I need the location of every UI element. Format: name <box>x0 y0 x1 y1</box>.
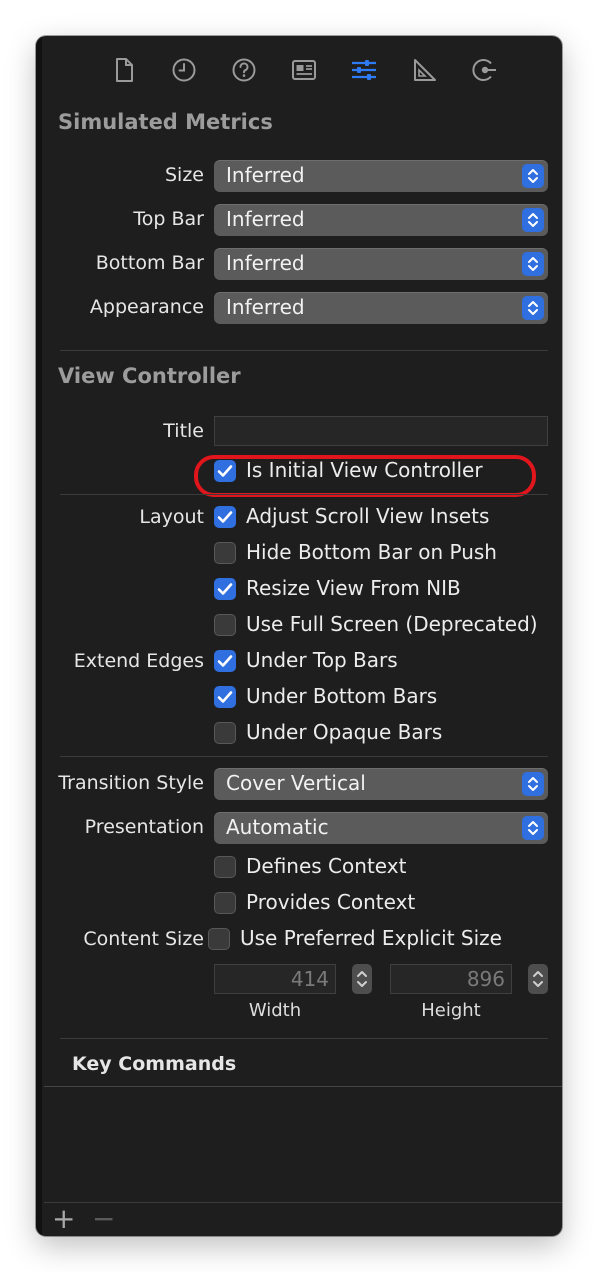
attributes-inspector-window: Simulated Metrics Size Inferred Top Bar … <box>36 36 562 1236</box>
chevron-updown-icon <box>522 208 544 232</box>
bottom-bar-divider <box>44 1202 562 1203</box>
transition-style-label: Transition Style <box>58 772 204 794</box>
chevron-updown-icon <box>522 772 544 796</box>
size-ruler-icon[interactable] <box>410 56 438 84</box>
key-commands-title: Key Commands <box>72 1053 237 1075</box>
checkbox-label: Use Full Screen (Deprecated) <box>246 612 538 636</box>
checkbox-unchecked-icon[interactable] <box>214 542 236 564</box>
checkbox-label: Adjust Scroll View Insets <box>246 504 490 528</box>
height-field[interactable]: 896 <box>390 964 512 994</box>
checkbox-label: Provides Context <box>246 890 416 914</box>
chevron-updown-icon <box>522 816 544 840</box>
appearance-label: Appearance <box>89 296 204 318</box>
section-divider <box>60 494 548 495</box>
height-label: Height <box>421 1000 481 1021</box>
section-divider <box>60 756 548 757</box>
checkbox-checked-icon[interactable] <box>214 686 236 708</box>
checkbox-checked-icon[interactable] <box>214 506 236 528</box>
remove-button[interactable]: − <box>92 1204 115 1234</box>
top-bar-value: Inferred <box>226 207 305 231</box>
appearance-value: Inferred <box>226 295 305 319</box>
presentation-label: Presentation <box>84 816 204 838</box>
red-highlight-annotation <box>194 455 536 497</box>
checkbox-checked-icon[interactable] <box>214 650 236 672</box>
bottom-bar-value: Inferred <box>226 251 305 275</box>
bottom-bar-label: Bottom Bar <box>95 252 204 274</box>
file-icon[interactable] <box>110 56 138 84</box>
add-button[interactable]: + <box>52 1204 75 1234</box>
presentation-value: Automatic <box>226 815 329 839</box>
checkbox-unchecked-icon[interactable] <box>214 614 236 636</box>
checkbox-label: Under Opaque Bars <box>246 720 443 744</box>
transition-style-select[interactable]: Cover Vertical <box>214 768 548 800</box>
key-commands-header: Key Commands <box>44 1038 562 1087</box>
checkbox-label: Hide Bottom Bar on Push <box>246 540 497 564</box>
section-divider <box>60 350 548 351</box>
help-icon[interactable] <box>230 56 258 84</box>
checkbox-unchecked-icon[interactable] <box>208 928 230 950</box>
top-bar-select[interactable]: Inferred <box>214 204 548 236</box>
extend-edges-label: Extend Edges <box>73 650 204 672</box>
title-label: Title <box>163 420 204 442</box>
size-value: Inferred <box>226 163 305 187</box>
height-stepper[interactable] <box>528 964 548 994</box>
size-label: Size <box>164 164 204 186</box>
layout-label: Layout <box>139 506 204 528</box>
checkbox-label: Under Top Bars <box>246 648 398 672</box>
checkbox-unchecked-icon[interactable] <box>214 722 236 744</box>
checkbox-label: Defines Context <box>246 854 407 878</box>
chevron-updown-icon <box>522 252 544 276</box>
simulated-metrics-heading: Simulated Metrics <box>58 110 273 134</box>
chevron-updown-icon <box>522 296 544 320</box>
connections-icon[interactable] <box>470 56 498 84</box>
checkbox-checked-icon[interactable] <box>214 578 236 600</box>
size-select[interactable]: Inferred <box>214 160 548 192</box>
checkbox-label: Use Preferred Explicit Size <box>240 926 502 950</box>
title-field[interactable] <box>214 416 548 446</box>
presentation-select[interactable]: Automatic <box>214 812 548 844</box>
chevron-updown-icon <box>522 164 544 188</box>
history-icon[interactable] <box>170 56 198 84</box>
appearance-select[interactable]: Inferred <box>214 292 548 324</box>
checkbox-label: Under Bottom Bars <box>246 684 438 708</box>
width-stepper[interactable] <box>352 964 372 994</box>
checkbox-label: Resize View From NIB <box>246 576 461 600</box>
view-controller-heading: View Controller <box>58 364 241 388</box>
content-size-label: Content Size <box>83 928 204 950</box>
transition-style-value: Cover Vertical <box>226 771 366 795</box>
checkbox-unchecked-icon[interactable] <box>214 856 236 878</box>
bottom-bar-select[interactable]: Inferred <box>214 248 548 280</box>
top-bar-label: Top Bar <box>133 208 204 230</box>
attributes-icon[interactable] <box>350 56 378 84</box>
width-field[interactable]: 414 <box>214 964 336 994</box>
checkbox-unchecked-icon[interactable] <box>214 892 236 914</box>
identity-icon[interactable] <box>290 56 318 84</box>
width-label: Width <box>248 1000 302 1021</box>
